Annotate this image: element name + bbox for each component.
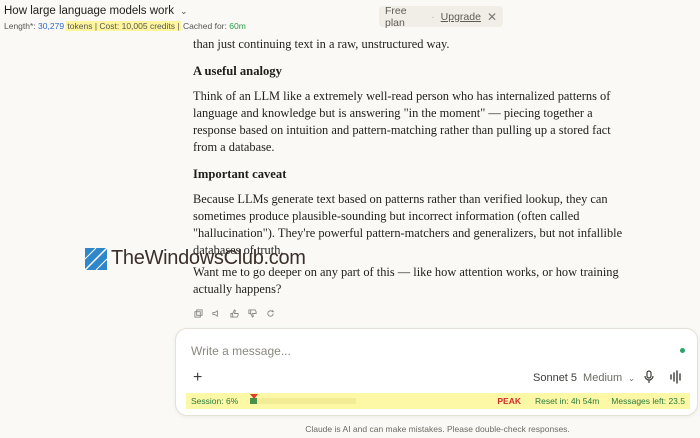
conversation-title-button[interactable]: How large language models work ⌄ (4, 3, 246, 19)
plan-label: Free plan (385, 4, 407, 29)
message-input[interactable]: Write a message... (191, 344, 291, 358)
watermark-text: TheWindowsClub.com (111, 247, 306, 269)
plan-divider: · (431, 10, 435, 23)
conversation-title: How large language models work (4, 5, 175, 17)
conversation-stats: Length*: 30,279 tokens | Cost: 10,005 cr… (4, 21, 246, 31)
reset-timer: Reset in: 4h 54m (535, 396, 600, 406)
tokens-cost: tokens | Cost: 10,005 credits | (66, 21, 181, 31)
cached-label: Cached for: (182, 21, 227, 31)
message-paragraph: than just continuing text in a raw, unst… (193, 37, 450, 51)
watermark-logo-icon (85, 247, 107, 270)
cached-value: 60m (229, 21, 246, 31)
disclaimer: Claude is AI and can make mistakes. Plea… (305, 424, 570, 434)
upgrade-link[interactable]: Upgrade (441, 11, 481, 23)
session-usage: Session: 6% (191, 396, 239, 406)
peak-marker-icon (250, 394, 259, 399)
message-composer: Write a message... + Sonnet 5 Medium ⌄ S… (175, 328, 698, 416)
thumbs-up-icon[interactable] (229, 308, 239, 318)
section-heading: A useful analogy (193, 64, 282, 78)
chevron-down-icon: ⌄ (180, 5, 188, 16)
status-dot (680, 348, 685, 353)
chevron-down-icon: ⌄ (628, 373, 635, 383)
length-label: Length*: (4, 21, 36, 31)
usage-bar: Session: 6% PEAK Reset in: 4h 54m Messag… (186, 393, 690, 409)
conversation-header: How large language models work ⌄ Length*… (4, 3, 246, 31)
session-progress (250, 394, 357, 404)
length-value: 30,279 (38, 21, 65, 31)
model-name: Sonnet 5 (533, 372, 578, 384)
speaker-icon[interactable] (211, 308, 221, 318)
voice-wave-icon[interactable] (669, 370, 683, 389)
thumbs-down-icon[interactable] (247, 308, 257, 318)
close-icon[interactable]: ✕ (487, 10, 497, 24)
message-actions (193, 308, 275, 318)
microphone-icon[interactable] (643, 370, 655, 389)
retry-icon[interactable] (265, 308, 275, 318)
section-heading: Important caveat (193, 167, 287, 181)
message-paragraph: Think of an LLM like a extremely well-re… (193, 89, 611, 154)
model-mode: Medium (583, 372, 623, 384)
plan-banner: Free plan · Upgrade ✕ (379, 4, 503, 29)
messages-left: Messages left: 23.5 (611, 396, 685, 406)
watermark: TheWindowsClub.com (85, 247, 306, 270)
model-selector[interactable]: Sonnet 5 Medium ⌄ (533, 372, 635, 384)
peak-indicator: PEAK (497, 396, 522, 406)
copy-icon[interactable] (193, 308, 203, 318)
plus-icon[interactable]: + (193, 369, 202, 387)
